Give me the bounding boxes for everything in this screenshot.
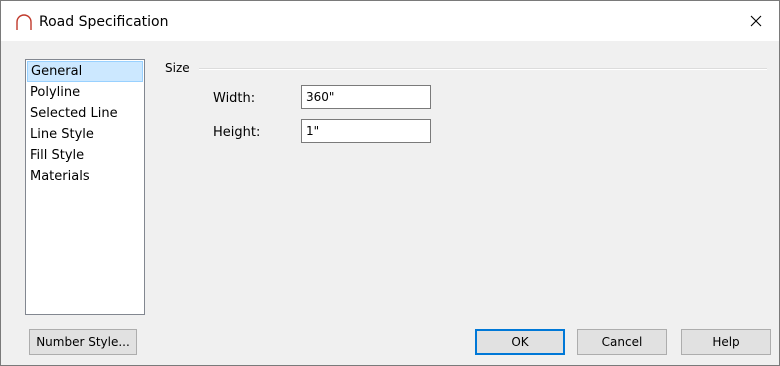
nav-item-selected-line[interactable]: Selected Line [27,103,143,124]
width-label: Width: [213,91,256,106]
nav-item-general[interactable]: General [27,61,143,82]
cancel-button[interactable]: Cancel [577,329,667,355]
close-icon [750,15,762,27]
road-specification-dialog: Road Specification General Polyline Sele… [0,0,780,366]
size-group-label: Size [165,61,194,75]
window-title: Road Specification [39,14,169,30]
title-bar[interactable]: Road Specification [1,1,779,41]
help-button[interactable]: Help [681,329,771,355]
height-input[interactable] [301,119,431,143]
close-button[interactable] [733,1,779,41]
size-group-divider [199,68,767,70]
category-list[interactable]: General Polyline Selected Line Line Styl… [25,59,145,315]
ok-button[interactable]: OK [475,329,565,355]
nav-item-fill-style[interactable]: Fill Style [27,145,143,166]
nav-item-materials[interactable]: Materials [27,166,143,187]
height-label: Height: [213,125,261,140]
width-input[interactable] [301,85,431,109]
number-style-button[interactable]: Number Style... [29,329,137,355]
nav-item-polyline[interactable]: Polyline [27,82,143,103]
road-arc-icon [16,14,32,30]
nav-item-line-style[interactable]: Line Style [27,124,143,145]
